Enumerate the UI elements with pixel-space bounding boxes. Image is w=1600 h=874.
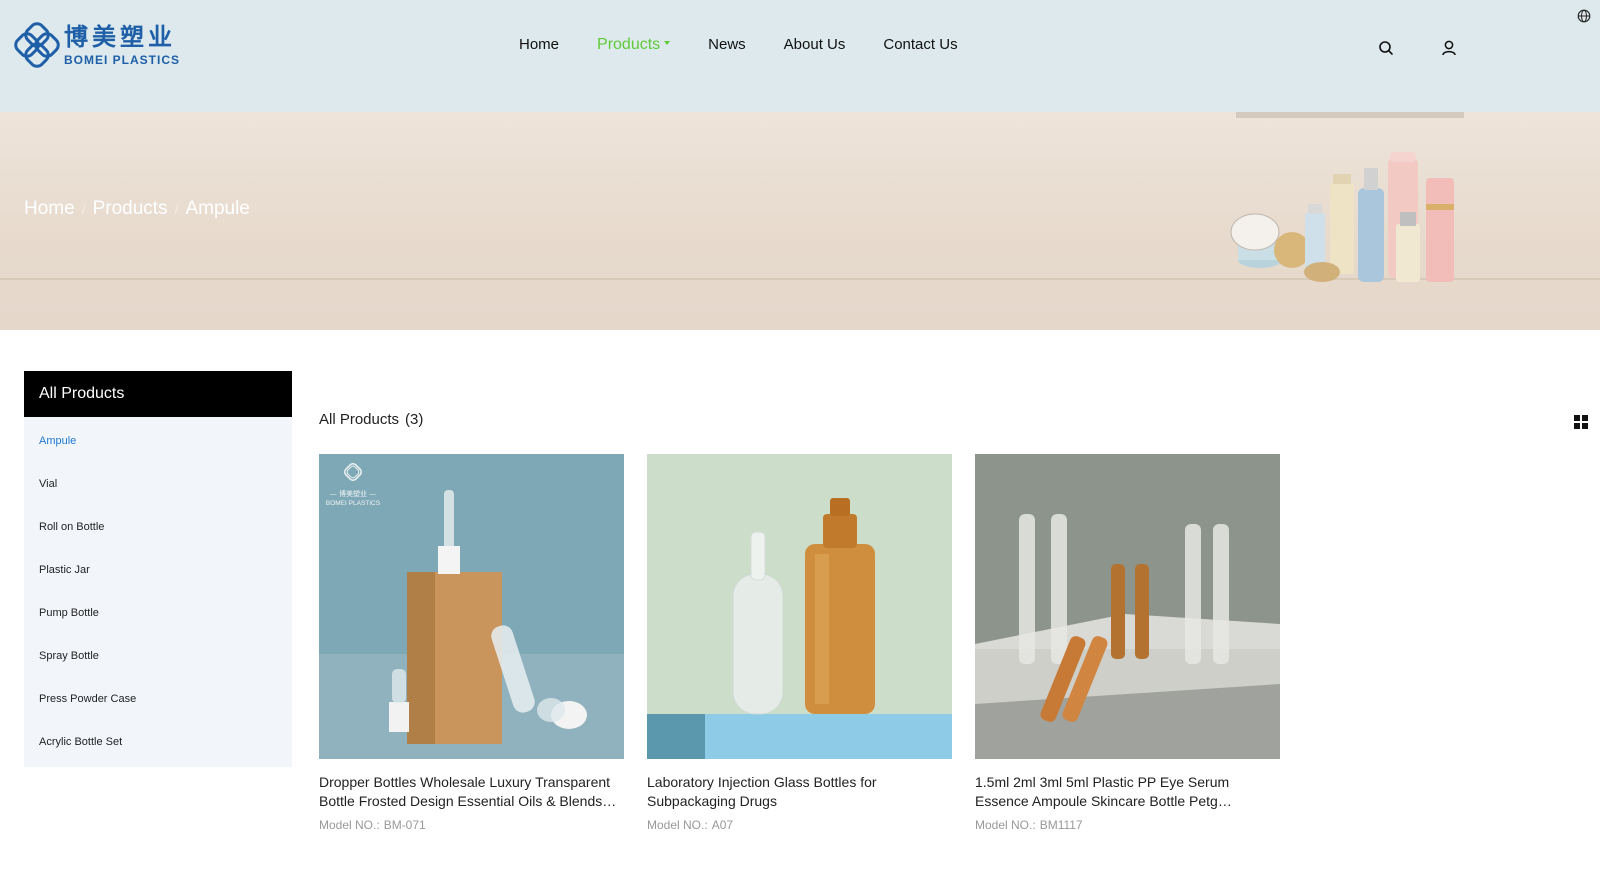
product-list-heading: All Products xyxy=(319,411,400,428)
product-list-title: All Products (3) xyxy=(319,411,423,428)
product-card[interactable]: 1.5ml 2ml 3ml 5ml Plastic PP Eye Serum E… xyxy=(975,454,1280,832)
sidebar-title[interactable]: All Products xyxy=(24,371,292,417)
breadcrumb-separator: / xyxy=(81,201,86,217)
product-model: Model NO.: BM1117 xyxy=(975,818,1280,832)
sidebar-item-acrylic-bottle-set[interactable]: Acrylic Bottle Set xyxy=(24,721,292,764)
product-image[interactable] xyxy=(975,454,1280,759)
model-number: BM1117 xyxy=(1039,818,1083,832)
banner-cosmetics-illustration xyxy=(1230,112,1464,282)
grid-view-icon[interactable] xyxy=(1574,415,1588,429)
watermark-text-en: BOMEI PLASTICS xyxy=(326,500,381,507)
sidebar-item-plastic-jar[interactable]: Plastic Jar xyxy=(24,549,292,592)
product-photo-ampoules xyxy=(975,454,1280,759)
category-sidebar: All Products Ampule Vial Roll on Bottle … xyxy=(24,371,292,767)
sidebar-item-ampule[interactable]: Ampule xyxy=(24,420,292,463)
product-photo-dropper: — 博美塑业 — BOMEI PLASTICS xyxy=(319,454,624,759)
product-name[interactable]: Dropper Bottles Wholesale Luxury Transpa… xyxy=(319,773,624,811)
breadcrumb-current: Ampule xyxy=(185,198,250,219)
product-image[interactable] xyxy=(647,454,952,759)
product-card[interactable]: — 博美塑业 — BOMEI PLASTICS Dropper Bottles … xyxy=(319,454,624,832)
site-header: 博美塑业 BOMEI PLASTICS Home Products News A… xyxy=(0,0,1600,112)
globe-icon[interactable] xyxy=(1577,9,1591,23)
product-card[interactable]: Laboratory Injection Glass Bottles for S… xyxy=(647,454,952,832)
product-model: Model NO.: A07 xyxy=(647,818,952,832)
nav-about-us[interactable]: About Us xyxy=(784,34,846,56)
category-list: Ampule Vial Roll on Bottle Plastic Jar P… xyxy=(24,417,292,767)
page-banner: Home / Products / Ampule xyxy=(0,112,1600,330)
breadcrumb-separator: / xyxy=(174,201,179,217)
breadcrumb-home[interactable]: Home xyxy=(24,198,75,220)
product-photo-injection-bottles xyxy=(647,454,952,759)
product-image[interactable]: — 博美塑业 — BOMEI PLASTICS xyxy=(319,454,624,759)
model-label: Model NO.: xyxy=(975,818,1036,832)
model-label: Model NO.: xyxy=(319,818,380,832)
product-name[interactable]: Laboratory Injection Glass Bottles for S… xyxy=(647,773,952,811)
brand-logo[interactable]: 博美塑业 BOMEI PLASTICS xyxy=(14,22,180,68)
breadcrumb-products[interactable]: Products xyxy=(93,198,168,220)
nav-products[interactable]: Products xyxy=(597,34,671,56)
nav-contact-us[interactable]: Contact Us xyxy=(883,34,957,56)
user-icon[interactable] xyxy=(1440,39,1458,57)
sidebar-item-spray-bottle[interactable]: Spray Bottle xyxy=(24,635,292,678)
search-icon[interactable] xyxy=(1377,39,1395,57)
model-number: A07 xyxy=(711,818,734,832)
brand-logo-icon xyxy=(14,22,60,68)
watermark-text-cn: — 博美塑业 — xyxy=(330,489,376,498)
brand-name-en: BOMEI PLASTICS xyxy=(64,53,181,67)
sidebar-item-roll-on-bottle[interactable]: Roll on Bottle xyxy=(24,506,292,549)
product-count: (3) xyxy=(405,411,424,428)
model-label: Model NO.: xyxy=(647,818,708,832)
product-name[interactable]: 1.5ml 2ml 3ml 5ml Plastic PP Eye Serum E… xyxy=(975,773,1280,811)
main-nav: Home Products News About Us Contact Us xyxy=(519,34,996,56)
breadcrumb: Home / Products / Ampule xyxy=(24,198,250,220)
caret-down-icon xyxy=(664,40,671,45)
sidebar-item-vial[interactable]: Vial xyxy=(24,463,292,506)
product-model: Model NO.: BM-071 xyxy=(319,818,624,832)
nav-news[interactable]: News xyxy=(708,34,746,56)
nav-products-label: Products xyxy=(597,36,661,53)
sidebar-item-pump-bottle[interactable]: Pump Bottle xyxy=(24,592,292,635)
nav-home[interactable]: Home xyxy=(519,34,559,56)
sidebar-item-press-powder-case[interactable]: Press Powder Case xyxy=(24,678,292,721)
brand-name-cn: 博美塑业 xyxy=(64,23,176,51)
model-number: BM-071 xyxy=(383,818,426,832)
